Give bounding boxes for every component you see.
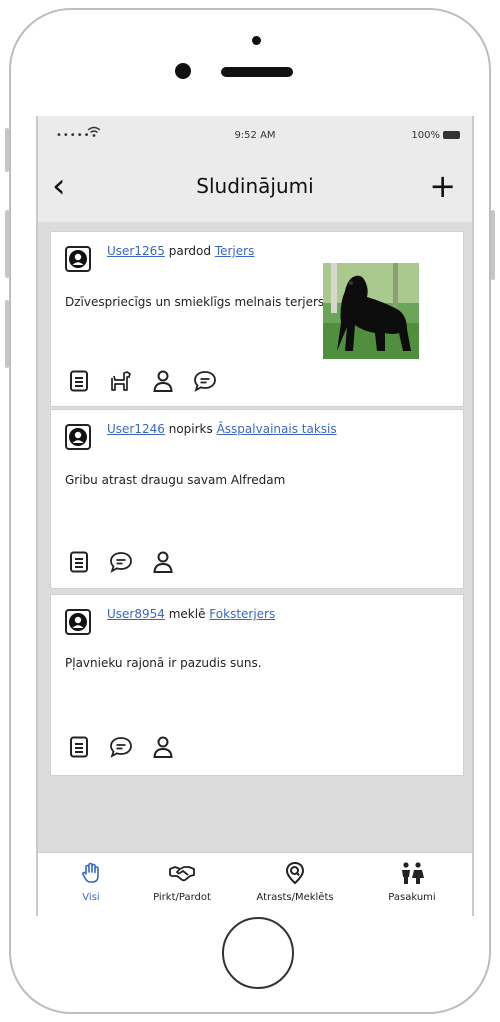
document-icon[interactable] [67,550,91,574]
search-pin-icon [240,861,350,888]
comment-icon[interactable] [109,550,133,574]
post-action: meklē [168,607,206,621]
add-post-button[interactable]: + [429,166,456,206]
bottom-tab-bar: Visi Pirkt/Pardot Atrasts/Meklēts Pasaku… [38,852,472,916]
tab-label: Pasakumi [388,892,436,903]
tab-atrasts-meklets[interactable]: Atrasts/Meklēts [240,861,350,903]
post-header: User1265 pardod Terjers [107,244,254,258]
tab-pasakumi[interactable]: Pasakumi [372,861,452,903]
comment-icon[interactable] [109,735,133,759]
tab-visi[interactable]: Visi [66,861,116,903]
people-icon [372,861,452,888]
document-icon[interactable] [67,735,91,759]
person-icon[interactable] [151,369,175,393]
avatar[interactable] [65,609,91,635]
app-screen: ••••• 9:52 AM 100% ‹ Sludinājumi + User1… [36,116,474,916]
dog-icon[interactable] [109,369,133,393]
post-header: User1246 nopirks Āsspalvainais taksis [107,422,337,436]
document-icon[interactable] [67,369,91,393]
navigation-bar: ‹ Sludinājumi + [38,154,472,222]
hand-icon [66,861,116,888]
avatar[interactable] [65,246,91,272]
post-actions [67,369,235,393]
post-text: Pļavnieku rajonā ir pazudis suns. [65,656,262,670]
avatar[interactable] [65,424,91,450]
post-actions [67,550,193,574]
status-bar: ••••• 9:52 AM 100% [38,116,472,154]
post-card[interactable]: User1265 pardod Terjers Dzīvespriecīgs u… [50,231,464,407]
battery-icon [443,131,460,139]
post-action: pardod [168,244,211,258]
page-title: Sludinājumi [196,174,314,198]
person-icon[interactable] [151,550,175,574]
post-header: User8954 meklē Foksterjers [107,607,275,621]
post-card[interactable]: User8954 meklē Foksterjers Pļavnieku raj… [50,594,464,776]
tab-label: Visi [82,892,100,903]
status-time: 9:52 AM [234,130,276,141]
power-button [491,210,495,280]
volume-down-button [5,300,9,368]
front-camera [175,63,191,79]
tab-pirkt-pardot[interactable]: Pirkt/Pardot [142,861,222,903]
handshake-icon [142,861,222,888]
home-button[interactable] [222,917,294,989]
post-actions [67,735,193,759]
user-link[interactable]: User1246 [107,422,165,436]
comment-icon[interactable] [193,369,217,393]
user-link[interactable]: User1265 [107,244,165,258]
post-action: nopirks [168,422,213,436]
mute-switch [5,128,9,172]
item-link[interactable]: Foksterjers [209,607,275,621]
volume-up-button [5,210,9,278]
camera-dot [252,36,261,45]
tab-label: Atrasts/Meklēts [256,892,334,903]
post-card[interactable]: User1246 nopirks Āsspalvainais taksis Gr… [50,409,464,589]
post-text: Dzīvespriecīgs un smieklīgs melnais terj… [65,295,325,309]
earpiece-speaker [221,67,293,77]
item-link[interactable]: Terjers [215,244,255,258]
user-link[interactable]: User8954 [107,607,165,621]
dog-photo[interactable] [323,263,419,359]
post-text: Gribu atrast draugu savam Alfredam [65,473,286,487]
battery-percent: 100% [411,130,440,141]
person-icon[interactable] [151,735,175,759]
tab-label: Pirkt/Pardot [153,892,211,903]
item-link[interactable]: Āsspalvainais taksis [217,422,337,436]
